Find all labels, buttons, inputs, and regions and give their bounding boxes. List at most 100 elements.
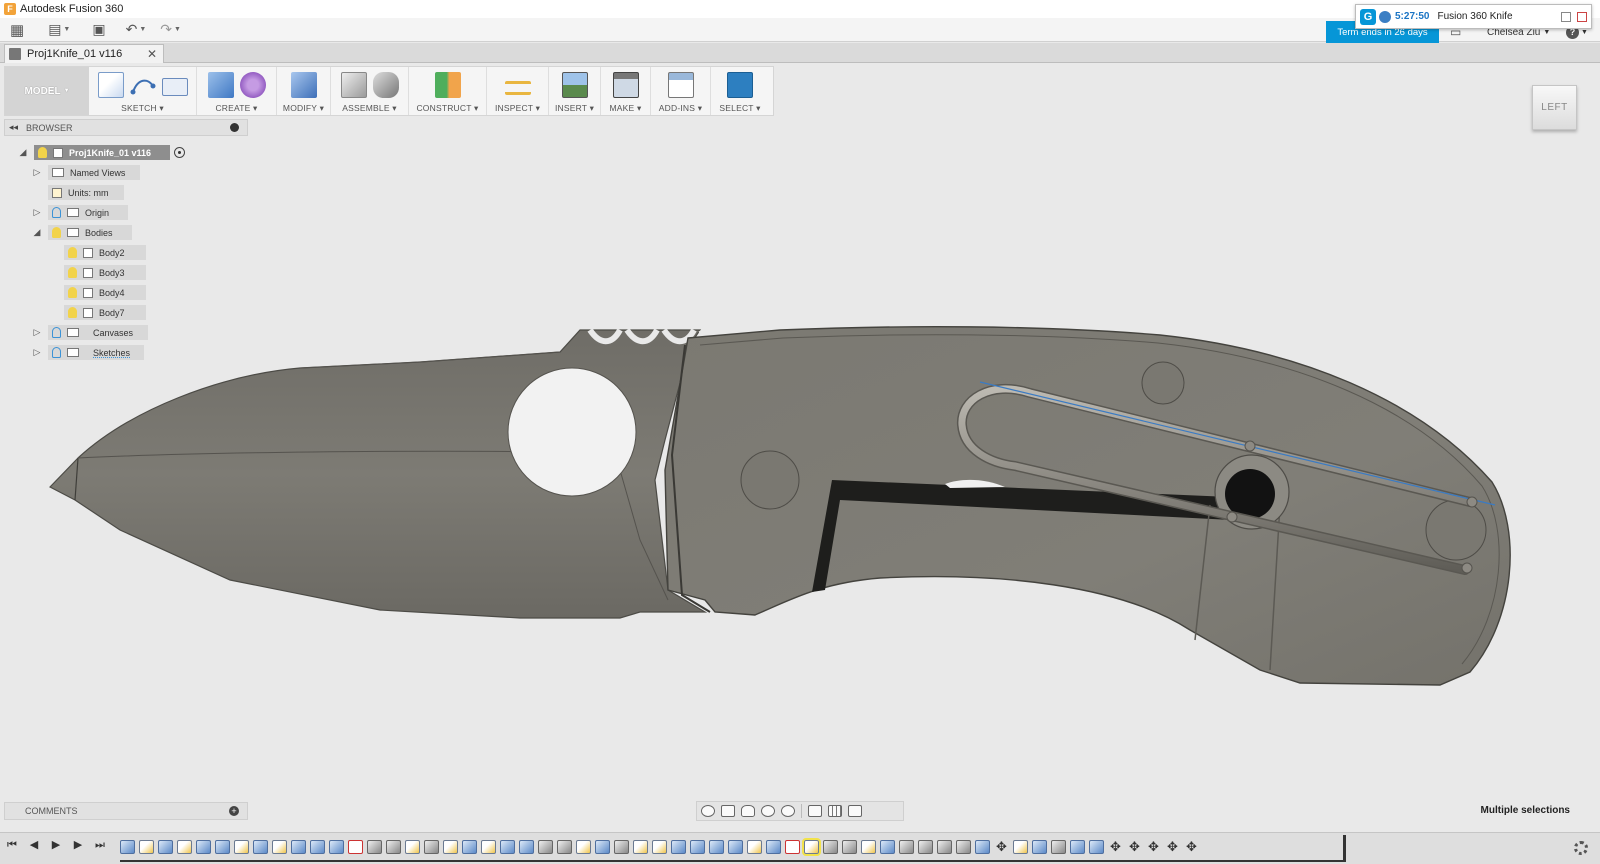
line-icon[interactable]	[130, 72, 156, 98]
timeline-feature[interactable]	[633, 840, 648, 854]
ribbon-group-modify[interactable]: MODIFY ▾	[277, 67, 331, 115]
ribbon-group-sketch[interactable]: SKETCH ▾	[89, 67, 197, 115]
pan-icon[interactable]	[741, 805, 755, 817]
timeline-feature[interactable]	[975, 840, 990, 854]
tree-node-body3[interactable]: Body3	[64, 265, 146, 280]
undo-button[interactable]: ↶ ▼	[126, 19, 147, 41]
timeline-feature[interactable]	[177, 840, 192, 854]
timeline-feature[interactable]	[272, 840, 287, 854]
attached-canvas-icon[interactable]	[561, 72, 588, 98]
timeline-feature-error[interactable]	[348, 840, 363, 854]
ribbon-group-create[interactable]: CREATE ▾	[197, 67, 277, 115]
scripts-addins-icon[interactable]	[667, 72, 694, 98]
workspace-switcher[interactable]: MODEL ▼	[5, 67, 89, 115]
tree-root[interactable]: ◢ Proj1Knife_01 v116	[18, 144, 185, 161]
tree-node-body2[interactable]: Body2	[64, 245, 146, 260]
timeline-feature[interactable]	[728, 840, 743, 854]
timeline-feature[interactable]	[253, 840, 268, 854]
go-to-end-icon[interactable]: ⏭	[94, 839, 106, 851]
tree-node-sketches[interactable]: Sketches	[48, 345, 144, 360]
timeline-feature[interactable]	[424, 840, 439, 854]
ribbon-group-select[interactable]: SELECT ▾	[711, 67, 769, 115]
add-comment-icon[interactable]: +	[229, 806, 239, 816]
knife-handle[interactable]	[664, 326, 1511, 686]
timeline-feature[interactable]	[291, 840, 306, 854]
visibility-bulb-icon[interactable]	[68, 247, 77, 258]
visibility-bulb-icon[interactable]	[52, 207, 61, 218]
ribbon-group-addins[interactable]: ADD-INS ▾	[651, 67, 711, 115]
step-forward-icon[interactable]: ▶	[72, 839, 84, 851]
expand-down-icon[interactable]: ◢	[18, 147, 28, 158]
visibility-bulb-icon[interactable]	[68, 287, 77, 298]
timeline-feature[interactable]	[709, 840, 724, 854]
go-to-start-icon[interactable]: ⏮	[6, 839, 18, 851]
timeline-feature[interactable]	[329, 840, 344, 854]
timeline-feature[interactable]	[671, 840, 686, 854]
offset-plane-icon[interactable]	[434, 72, 461, 98]
timeline-feature[interactable]	[595, 840, 610, 854]
timeline-feature[interactable]	[899, 840, 914, 854]
tree-item-body3[interactable]: Body3	[64, 264, 146, 281]
tree-item-body2[interactable]: Body2	[64, 244, 146, 261]
grid-snaps-icon[interactable]	[828, 805, 842, 817]
apps-grid-icon[interactable]: ▦	[10, 19, 24, 41]
timeline-feature[interactable]	[880, 840, 895, 854]
timeline-feature[interactable]	[196, 840, 211, 854]
form-icon[interactable]	[239, 72, 266, 98]
zoom-icon[interactable]	[761, 805, 775, 817]
timeline-feature[interactable]	[823, 840, 838, 854]
tree-node-body7[interactable]: Body7	[64, 305, 146, 320]
joint-icon[interactable]	[372, 72, 399, 98]
create-sketch-icon[interactable]	[97, 72, 124, 98]
viewports-icon[interactable]	[848, 805, 862, 817]
file-menu-button[interactable]: ▤ ▼	[48, 19, 70, 41]
tree-item-named-views[interactable]: ▷ Named Views	[32, 164, 140, 181]
tree-node-body4[interactable]: Body4	[64, 285, 146, 300]
close-icon[interactable]: ✕	[147, 47, 157, 61]
timeline-feature[interactable]	[1032, 840, 1047, 854]
tree-item-bodies[interactable]: ◢ Bodies	[32, 224, 132, 241]
timeline-feature[interactable]	[690, 840, 705, 854]
ribbon-group-insert[interactable]: INSERT ▾	[549, 67, 601, 115]
viewcube[interactable]: LEFT	[1532, 85, 1577, 130]
knife-blade[interactable]	[49, 328, 771, 619]
move-feature-icon[interactable]: ✥	[1127, 840, 1142, 854]
comments-panel[interactable]: COMMENTS +	[4, 802, 248, 820]
tree-node-bodies[interactable]: Bodies	[48, 225, 132, 240]
timeline-feature[interactable]	[120, 840, 135, 854]
press-pull-icon[interactable]	[290, 72, 317, 98]
redo-button[interactable]: ↷ ▼	[160, 19, 181, 41]
visibility-bulb-icon[interactable]	[68, 267, 77, 278]
move-feature-icon[interactable]: ✥	[1146, 840, 1161, 854]
ribbon-group-construct[interactable]: CONSTRUCT ▾	[409, 67, 487, 115]
play-icon[interactable]: ▶	[50, 839, 62, 851]
stop-icon[interactable]	[1577, 11, 1587, 22]
save-icon[interactable]: ▣	[92, 19, 105, 41]
tree-root-node[interactable]: Proj1Knife_01 v116	[34, 145, 170, 160]
ribbon-group-make[interactable]: MAKE ▾	[601, 67, 651, 115]
timeline-feature[interactable]	[557, 840, 572, 854]
select-icon[interactable]	[727, 72, 753, 98]
timeline-feature[interactable]	[215, 840, 230, 854]
timeline-feature[interactable]	[652, 840, 667, 854]
timeline-feature[interactable]	[310, 840, 325, 854]
timeline-feature[interactable]	[367, 840, 382, 854]
move-feature-icon[interactable]: ✥	[1108, 840, 1123, 854]
3d-print-icon[interactable]	[612, 72, 639, 98]
tree-node-named-views[interactable]: Named Views	[48, 165, 140, 180]
timeline-feature-error[interactable]	[785, 840, 800, 854]
visibility-bulb-icon[interactable]	[52, 227, 61, 238]
timeline-feature[interactable]	[158, 840, 173, 854]
timeline-feature[interactable]	[139, 840, 154, 854]
expand-right-icon[interactable]: ▷	[32, 167, 42, 178]
measure-icon[interactable]	[504, 81, 531, 95]
visibility-bulb-icon[interactable]	[68, 307, 77, 318]
tree-item-origin[interactable]: ▷ Origin	[32, 204, 128, 221]
timeline-feature[interactable]	[443, 840, 458, 854]
tree-node-canvases[interactable]: Canvases	[48, 325, 148, 340]
timeline-feature[interactable]	[481, 840, 496, 854]
timeline-feature[interactable]	[405, 840, 420, 854]
timeline-feature[interactable]	[614, 840, 629, 854]
pin-icon[interactable]	[230, 123, 239, 132]
timeline-feature[interactable]	[538, 840, 553, 854]
